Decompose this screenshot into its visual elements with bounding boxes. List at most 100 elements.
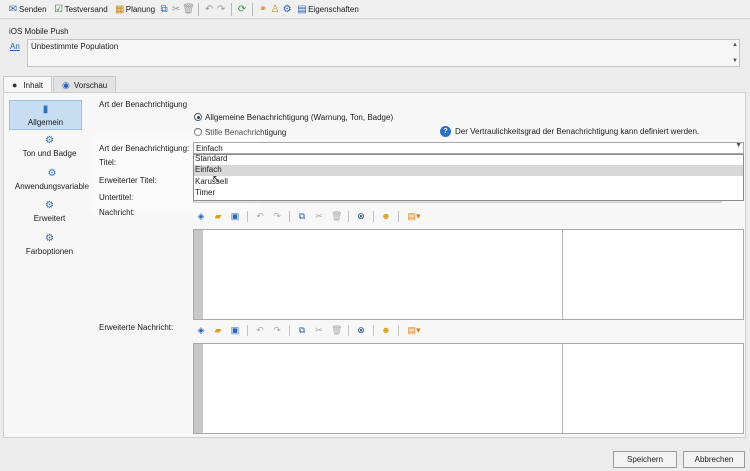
tab-bar: ● Inhalt ◉ Vorschau bbox=[3, 76, 117, 93]
toolbar-separator bbox=[398, 324, 399, 336]
editor-gutter bbox=[194, 230, 203, 319]
main-toolbar: ✉ Senden ☑ Testversand ▦ Planung ⧉ ✂ 🗑 ↶… bbox=[0, 0, 750, 19]
tab-content[interactable]: ● Inhalt bbox=[3, 76, 53, 93]
delete-icon[interactable]: 🗑 bbox=[182, 4, 195, 15]
undo-icon[interactable]: ↶ bbox=[203, 4, 215, 15]
section-title: Art der Benachrichtigung bbox=[99, 100, 188, 109]
planning-button[interactable]: ▦ Planung bbox=[111, 1, 158, 18]
test-send-button[interactable]: ☑ Testversand bbox=[50, 1, 111, 18]
save-icon[interactable]: ▣ bbox=[230, 211, 240, 221]
message-editor-toolbar: ◈ ▰ ▣ ↶ ↷ ⧉ ✂ 🗑 ⊗ ☻ ▤▾ bbox=[196, 209, 429, 223]
toolbar-separator bbox=[398, 210, 399, 222]
toolbar-separator bbox=[289, 324, 290, 336]
cut-icon[interactable]: ✂ bbox=[314, 211, 324, 221]
save-button[interactable]: Speichern bbox=[613, 451, 677, 468]
personalize-icon[interactable]: ◈ bbox=[196, 211, 206, 221]
population-field[interactable]: Unbestimmte Population bbox=[27, 39, 740, 67]
apple-icon: ● bbox=[12, 80, 18, 90]
link-icon[interactable]: ⚭ bbox=[257, 4, 269, 15]
scroll-up-icon[interactable]: ▲ bbox=[732, 42, 738, 48]
delivery-title: iOS Mobile Push bbox=[9, 27, 69, 36]
copy-icon[interactable]: ⧉ bbox=[158, 4, 170, 15]
refresh-icon[interactable]: ⟳ bbox=[236, 4, 248, 15]
toolbar-separator bbox=[348, 210, 349, 222]
toolbar-separator bbox=[348, 324, 349, 336]
binoculars-icon[interactable]: ⊗ bbox=[356, 325, 366, 335]
nav-item-sound-badge[interactable]: ⚙ Ton und Badge bbox=[13, 135, 86, 158]
editor-splitter[interactable] bbox=[562, 344, 563, 433]
editor-splitter[interactable] bbox=[562, 230, 563, 319]
delete-icon[interactable]: 🗑 bbox=[331, 211, 342, 221]
binoculars-icon[interactable]: ⊗ bbox=[356, 211, 366, 221]
cut-icon[interactable]: ✂ bbox=[314, 325, 324, 335]
radio-general-notification[interactable] bbox=[194, 113, 202, 121]
subtitle-label: Untertitel: bbox=[99, 193, 134, 202]
cancel-button[interactable]: Abbrechen bbox=[683, 451, 745, 468]
extended-message-editor[interactable] bbox=[193, 343, 744, 434]
toolbar-separator bbox=[247, 324, 248, 336]
type-label: Art der Benachrichtigung: bbox=[99, 144, 190, 153]
eye-icon: ◉ bbox=[62, 79, 70, 90]
gear-link-icon: ⚙ bbox=[47, 168, 57, 179]
redo-icon[interactable]: ↷ bbox=[215, 4, 227, 15]
target-link[interactable]: An bbox=[10, 42, 20, 51]
nav-item-color-options[interactable]: ⚙ Farboptionen bbox=[13, 233, 86, 256]
nav-item-general[interactable]: ▮ Allgemein bbox=[9, 100, 82, 130]
radio-general-label: Allgemeine Benachrichtigung (Warnung, To… bbox=[205, 113, 394, 122]
undo-icon[interactable]: ↶ bbox=[255, 211, 265, 221]
envelope-icon: ✉ bbox=[8, 3, 18, 15]
insert-menu-icon[interactable]: ▤▾ bbox=[406, 211, 422, 221]
copy-icon[interactable]: ⧉ bbox=[297, 325, 307, 335]
gear-link-icon: ⚙ bbox=[45, 233, 54, 244]
send-button[interactable]: ✉ Senden bbox=[4, 1, 50, 18]
calendar-icon: ▦ bbox=[115, 3, 125, 15]
emoji-icon[interactable]: ☻ bbox=[381, 211, 391, 221]
save-icon[interactable]: ▣ bbox=[230, 325, 240, 335]
toolbar-separator bbox=[289, 210, 290, 222]
insert-menu-icon[interactable]: ▤▾ bbox=[406, 325, 422, 335]
dropdown-hover-highlight bbox=[194, 165, 743, 176]
help-icon: ? bbox=[440, 126, 451, 137]
mouse-cursor-icon: ↖ bbox=[212, 174, 221, 185]
notification-type-dropdown bbox=[193, 154, 744, 201]
properties-button[interactable]: ▤ Eigenschaften bbox=[293, 1, 362, 18]
confidentiality-note: Der Vertraulichkeitsgrad der Benachricht… bbox=[455, 127, 700, 136]
network-icon[interactable]: ⚙ bbox=[281, 4, 293, 15]
gear-link-icon: ⚙ bbox=[45, 135, 54, 146]
scroll-down-icon[interactable]: ▼ bbox=[732, 58, 738, 64]
properties-icon: ▤ bbox=[297, 3, 307, 15]
chevron-down-icon[interactable]: ▼ bbox=[735, 142, 742, 149]
document-icon: ▮ bbox=[42, 104, 49, 115]
redo-icon[interactable]: ↷ bbox=[272, 211, 282, 221]
title-label: Titel: bbox=[99, 158, 117, 167]
emoji-icon[interactable]: ☻ bbox=[381, 325, 391, 335]
tab-preview[interactable]: ◉ Vorschau bbox=[53, 76, 117, 93]
copy-icon[interactable]: ⧉ bbox=[297, 211, 307, 221]
notification-type-select[interactable]: Einfach bbox=[193, 142, 744, 154]
nav-item-advanced[interactable]: ⚙ Erweitert bbox=[13, 200, 86, 223]
nav-item-app-variables[interactable]: ⚙ Anwendungsvariable bbox=[13, 168, 91, 191]
toolbar-separator bbox=[252, 2, 254, 16]
open-folder-icon[interactable]: ▰ bbox=[213, 325, 223, 335]
undo-icon[interactable]: ↶ bbox=[255, 325, 265, 335]
toolbar-separator bbox=[373, 210, 374, 222]
toolbar-separator bbox=[247, 210, 248, 222]
personalize-icon[interactable]: ◈ bbox=[196, 325, 206, 335]
redo-icon[interactable]: ↷ bbox=[272, 325, 282, 335]
delete-icon[interactable]: 🗑 bbox=[331, 325, 342, 335]
option-simple[interactable]: Einfach bbox=[195, 165, 222, 174]
gear-link-icon: ⚙ bbox=[45, 200, 54, 211]
person-icon[interactable]: ♙ bbox=[269, 4, 281, 15]
toolbar-separator bbox=[373, 324, 374, 336]
extended-title-label: Erweiterter Titel: bbox=[99, 176, 157, 185]
message-editor[interactable] bbox=[193, 229, 744, 320]
cut-icon[interactable]: ✂ bbox=[170, 4, 182, 15]
checked-envelope-icon: ☑ bbox=[54, 3, 64, 15]
editor-gutter bbox=[194, 344, 203, 433]
extended-message-editor-toolbar: ◈ ▰ ▣ ↶ ↷ ⧉ ✂ 🗑 ⊗ ☻ ▤▾ bbox=[196, 323, 429, 337]
extended-message-label: Erweiterte Nachricht: bbox=[99, 323, 174, 332]
toolbar-separator bbox=[231, 2, 233, 16]
option-standard[interactable]: Standard bbox=[195, 154, 227, 163]
option-timer[interactable]: Timer bbox=[195, 188, 215, 197]
open-folder-icon[interactable]: ▰ bbox=[213, 211, 223, 221]
